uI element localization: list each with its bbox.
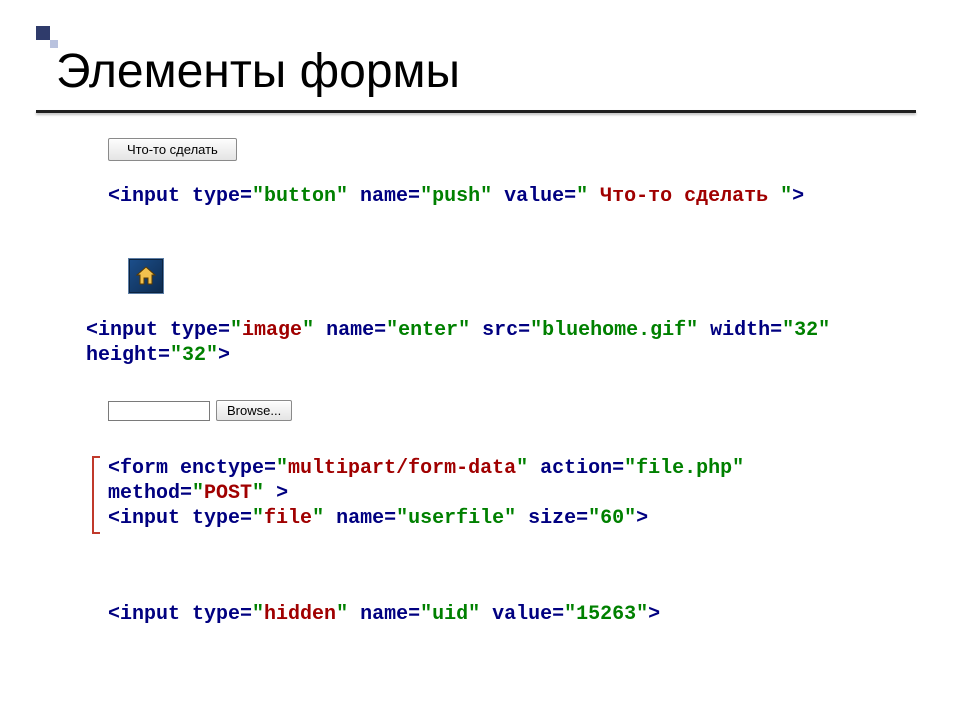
- slide-title: Элементы формы: [56, 44, 460, 99]
- title-underline: [36, 110, 916, 113]
- code-image: <input type="image" name="enter" src="bl…: [86, 318, 886, 368]
- code-hidden: <input type="hidden" name="uid" value="1…: [108, 602, 888, 627]
- title-bullet-icon: [36, 26, 58, 48]
- code-button: <input type="button" name="push" value="…: [108, 184, 868, 209]
- example-button-widget: Что-то сделать: [108, 138, 237, 161]
- sample-image-button[interactable]: [128, 258, 164, 294]
- slide: Элементы формы Что-то сделать <input typ…: [0, 0, 960, 720]
- home-icon: [134, 264, 158, 288]
- browse-button[interactable]: Browse...: [216, 400, 292, 421]
- code-file: <form enctype="multipart/form-data" acti…: [108, 456, 888, 531]
- file-path-input[interactable]: [108, 401, 210, 421]
- sample-file-widget: Browse...: [108, 400, 292, 421]
- sample-button[interactable]: Что-то сделать: [108, 138, 237, 161]
- code-bracket: [86, 456, 102, 534]
